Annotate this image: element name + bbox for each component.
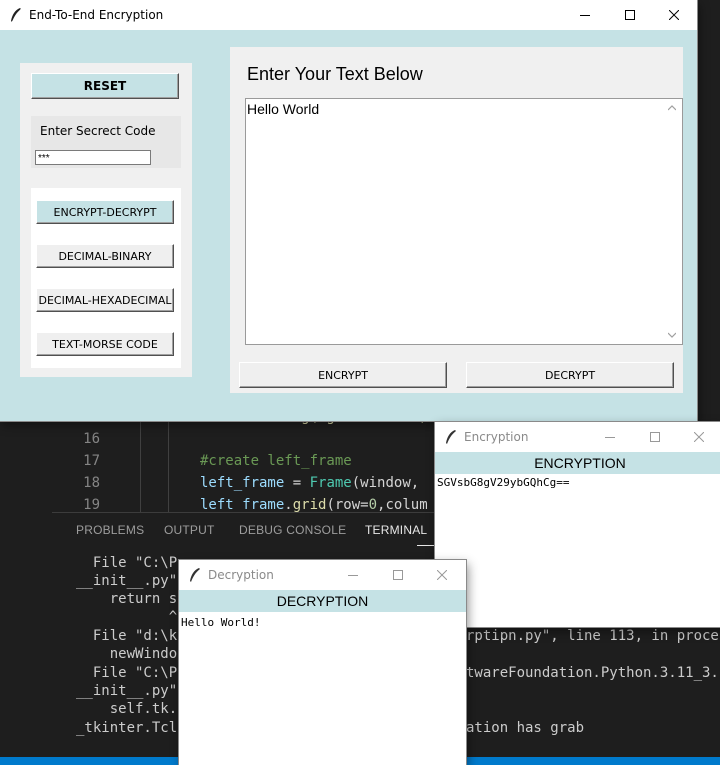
minimize-icon: [605, 437, 615, 438]
window-title: Decryption: [208, 568, 274, 582]
encryption-output[interactable]: SGVsbG8gV29ybGQhCg==: [437, 476, 569, 489]
maximize-icon: [393, 570, 403, 580]
encryption-heading: ENCRYPTION: [435, 452, 720, 474]
indent-guide: [140, 422, 141, 512]
code-token: ,colum: [377, 497, 428, 513]
decryption-output[interactable]: Hello World!: [181, 616, 260, 629]
secret-code-section: Enter Secrect Code ***: [31, 116, 181, 168]
decryption-heading: DECRYPTION: [179, 590, 466, 612]
minimize-button[interactable]: [330, 560, 376, 590]
secret-code-input[interactable]: ***: [35, 150, 151, 165]
terminal-line: self.tk.: [76, 701, 178, 717]
code-token: (window,: [351, 475, 420, 491]
terminal-line: return s: [76, 591, 178, 607]
terminal-line: __init__.py": [76, 683, 178, 699]
input-heading: Enter Your Text Below: [247, 64, 423, 84]
tab-problems[interactable]: PROBLEMS: [76, 523, 144, 537]
terminal-line: File "d:\k: [76, 628, 178, 644]
title-bar[interactable]: Decryption: [179, 560, 466, 590]
window-body: RESET Enter Secrect Code *** ENCRYPT-DEC…: [0, 30, 697, 421]
window-title: End-To-End Encryption: [29, 8, 164, 22]
code-token: left_frame: [200, 497, 285, 513]
terminal-line: __init__.py": [76, 573, 178, 589]
line-number: 17: [83, 453, 100, 469]
decryption-window: Decryption DECRYPTION Hello World!: [179, 560, 466, 765]
close-icon: [437, 570, 447, 580]
close-button[interactable]: [419, 560, 465, 590]
minimize-icon: [348, 575, 358, 576]
code-line[interactable]: left_frame.grid(row=0,colum: [200, 497, 428, 513]
text-input-content: Hello World: [247, 101, 320, 117]
close-icon: [694, 432, 704, 442]
code-token: 0: [368, 497, 378, 513]
minimize-button[interactable]: [562, 0, 608, 30]
terminal-line: rptipn.py", line 113, in proces: [466, 628, 720, 644]
code-token: Frame: [309, 475, 352, 491]
decrypt-button[interactable]: DECRYPT: [466, 362, 674, 388]
indent-guide: [168, 422, 169, 512]
code-token: grid: [292, 497, 327, 513]
code-comment: #create left_frame: [200, 453, 352, 469]
line-number: 19: [83, 497, 100, 513]
minimize-button[interactable]: [587, 422, 633, 452]
terminal-line: newWindo: [76, 646, 178, 662]
line-number: 16: [83, 431, 100, 447]
encrypt-decrypt-button[interactable]: ENCRYPT-DECRYPT: [36, 200, 174, 224]
tab-debug-console[interactable]: DEBUG CONSOLE: [239, 523, 346, 537]
feather-icon: [190, 568, 200, 582]
code-token: .: [284, 497, 293, 513]
tab-output[interactable]: OUTPUT: [164, 523, 215, 537]
terminal-line: ^: [76, 609, 178, 625]
encryption-window: Encryption ENCRYPTION SGVsbG8gV29ybGQhCg…: [435, 422, 720, 627]
terminal-line: _tkinter.Tcl: [76, 720, 178, 736]
feather-icon: [446, 430, 456, 444]
encrypt-button[interactable]: ENCRYPT: [239, 362, 447, 388]
close-icon: [669, 10, 679, 20]
title-bar[interactable]: Encryption: [435, 422, 720, 452]
close-button[interactable]: [676, 422, 720, 452]
terminal-line: ation has grab: [466, 720, 585, 736]
right-frame: Enter Your Text Below Hello World ENCRYP…: [230, 47, 683, 393]
reset-button[interactable]: RESET: [31, 73, 179, 99]
line-number: 18: [83, 475, 100, 491]
text-input-area[interactable]: Hello World: [245, 98, 683, 345]
code-token: =: [284, 475, 310, 491]
maximize-icon: [650, 432, 660, 442]
code-token: (row=: [326, 497, 369, 513]
mode-buttons-section: ENCRYPT-DECRYPT DECIMAL-BINARY DECIMAL-H…: [31, 188, 181, 368]
terminal-line: File "C:\P: [76, 555, 178, 571]
left-frame: RESET Enter Secrect Code *** ENCRYPT-DEC…: [20, 63, 192, 377]
scroll-down-icon[interactable]: [668, 332, 676, 338]
main-window: End-To-End Encryption RESET Enter Secrec…: [0, 0, 697, 421]
text-morse-code-button[interactable]: TEXT-MORSE CODE: [36, 332, 174, 356]
code-line[interactable]: left_frame = Frame(window,: [200, 475, 419, 491]
close-button[interactable]: [651, 0, 697, 30]
tab-terminal[interactable]: TERMINAL: [365, 523, 427, 537]
feather-icon: [11, 8, 22, 23]
decimal-hexadecimal-button[interactable]: DECIMAL-HEXADECIMAL: [36, 288, 174, 312]
title-bar[interactable]: End-To-End Encryption: [0, 0, 697, 30]
code-token: left_frame: [200, 475, 285, 491]
minimize-icon: [580, 15, 590, 16]
maximize-button[interactable]: [607, 0, 653, 30]
window-title: Encryption: [464, 430, 529, 444]
code-line[interactable]: #create left_frame: [200, 453, 352, 469]
terminal-line: File "C:\P: [76, 665, 178, 681]
maximize-button[interactable]: [375, 560, 421, 590]
scroll-up-icon[interactable]: [668, 105, 676, 111]
terminal-line: twareFoundation.Python.3.11_3.1: [466, 665, 720, 681]
secret-code-label: Enter Secrect Code: [40, 124, 156, 138]
decimal-binary-button[interactable]: DECIMAL-BINARY: [36, 244, 174, 268]
maximize-icon: [625, 10, 635, 20]
maximize-button[interactable]: [632, 422, 678, 452]
